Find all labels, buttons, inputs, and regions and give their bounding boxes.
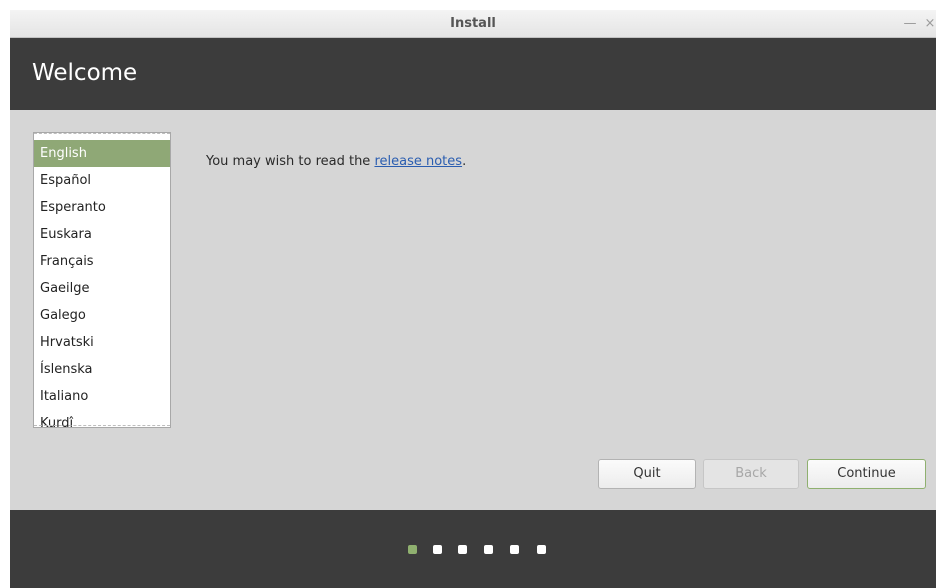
language-item-euskara[interactable]: Euskara: [34, 221, 170, 248]
language-item-galego[interactable]: Galego: [34, 302, 170, 329]
title-bar[interactable]: Install — ×: [10, 10, 936, 38]
minimize-icon[interactable]: —: [902, 10, 918, 38]
progress-dot-4: [484, 545, 493, 554]
page-title: Welcome: [32, 60, 138, 86]
progress-footer: [10, 510, 936, 588]
back-button[interactable]: Back: [703, 459, 799, 489]
progress-dot-5: [510, 545, 519, 554]
language-item-espanol[interactable]: Español: [34, 167, 170, 194]
progress-dot-1: [408, 545, 417, 554]
release-notes-message: You may wish to read the release notes.: [206, 154, 466, 169]
installer-window: Install — × Welcome English Español Espe…: [10, 10, 936, 588]
list-top-border: [34, 133, 170, 134]
list-bottom-border: [34, 425, 170, 426]
language-item-hrvatski[interactable]: Hrvatski: [34, 329, 170, 356]
release-notes-prefix: You may wish to read the: [206, 154, 375, 169]
language-item-islenska[interactable]: Íslenska: [34, 356, 170, 383]
quit-button[interactable]: Quit: [598, 459, 696, 489]
language-item-francais[interactable]: Français: [34, 248, 170, 275]
language-item-gaeilge[interactable]: Gaeilge: [34, 275, 170, 302]
window-title: Install: [450, 16, 496, 31]
language-item-esperanto[interactable]: Esperanto: [34, 194, 170, 221]
release-notes-link[interactable]: release notes: [374, 154, 462, 169]
continue-button[interactable]: Continue: [807, 459, 926, 489]
progress-dot-2: [433, 545, 442, 554]
release-notes-suffix: .: [462, 154, 467, 169]
language-item-english[interactable]: English: [34, 140, 170, 167]
close-icon[interactable]: ×: [922, 10, 936, 38]
progress-dot-3: [458, 545, 467, 554]
language-list[interactable]: English Español Esperanto Euskara França…: [33, 132, 171, 428]
progress-dot-6: [537, 545, 546, 554]
language-item-italiano[interactable]: Italiano: [34, 383, 170, 410]
page-header: Welcome: [10, 38, 936, 110]
